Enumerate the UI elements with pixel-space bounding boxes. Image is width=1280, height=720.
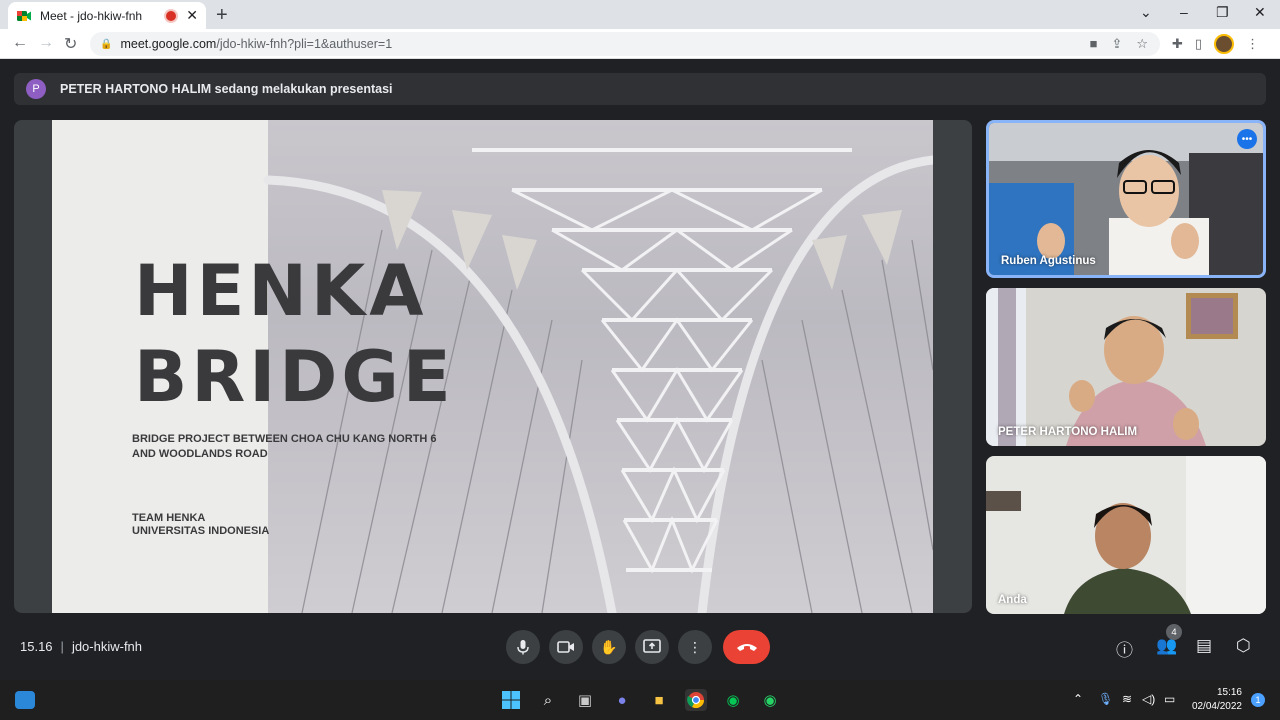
participant-video-peter	[986, 288, 1266, 446]
chrome-logo-icon	[687, 692, 705, 709]
participant-tile-ruben[interactable]: ••• Ruben Agustinus	[986, 120, 1266, 278]
search-icon[interactable]: ⌕	[537, 689, 559, 711]
extension-area: ✚ ▯ ⋮	[1172, 34, 1259, 54]
present-screen-icon	[643, 639, 661, 653]
notification-badge[interactable]: 1	[1251, 693, 1265, 707]
present-now-button[interactable]	[635, 630, 669, 664]
hang-up-icon	[736, 644, 757, 651]
tab-search-icon[interactable]: ⌄	[1140, 4, 1152, 21]
browser-tab-strip: Meet - jdo-hkiw-fnh ✕ + ⌄ – ❐ ✕	[0, 0, 1280, 29]
participant-name: Ruben Agustinus	[1001, 255, 1096, 267]
volume-icon[interactable]: ◁)	[1142, 692, 1155, 706]
extensions-puzzle-icon[interactable]: ✚	[1172, 36, 1183, 52]
browser-menu-icon[interactable]: ⋮	[1246, 36, 1259, 52]
windows-logo-icon	[502, 691, 520, 709]
meeting-controls-bar: 15.16 | jdo-hkiw-fnh ✋ ⋮ ⓘ 👥 4 ▤ ⬡	[0, 622, 1280, 672]
meeting-info-separator: |	[60, 639, 64, 654]
camera-button[interactable]	[549, 630, 583, 664]
slide-team-line2: UNIVERSITAS INDONESIA	[132, 525, 270, 537]
more-vertical-icon: ⋮	[688, 638, 702, 655]
battery-icon[interactable]: ▭	[1164, 692, 1175, 706]
url-path: /jdo-hkiw-fnh?pli=1&authuser=1	[216, 37, 393, 51]
presentation-stage[interactable]: HENKA BRIDGE BRIDGE PROJECT BETWEEN CHOA…	[14, 120, 972, 613]
url-bar[interactable]: 🔒 meet.google.com/jdo-hkiw-fnh?pli=1&aut…	[90, 32, 1160, 56]
slide-title-line1: HENKA	[134, 250, 428, 332]
chat-icon[interactable]: ▤	[1196, 636, 1212, 656]
task-view-icon[interactable]: ▣	[574, 689, 596, 711]
microphone-icon	[517, 640, 529, 655]
line-app-icon[interactable]: ◉	[722, 689, 744, 711]
slide-subtitle-line2: AND WOODLANDS ROAD	[132, 448, 268, 460]
microphone-button[interactable]	[506, 630, 540, 664]
participant-video-you	[986, 456, 1266, 614]
wifi-icon[interactable]: ≋	[1122, 692, 1132, 706]
participant-name: Anda	[998, 594, 1027, 606]
slide-team: TEAM HENKA UNIVERSITAS INDONESIA	[132, 512, 269, 538]
taskbar-clock[interactable]: 15:16 02/04/2022	[1190, 686, 1242, 714]
meeting-code: jdo-hkiw-fnh	[71, 639, 143, 654]
chrome-icon[interactable]	[685, 689, 707, 711]
browser-tab-meet[interactable]: Meet - jdo-hkiw-fnh ✕	[8, 2, 206, 29]
share-icon[interactable]: ⇪	[1111, 36, 1122, 52]
participant-tile-you[interactable]: Anda	[986, 456, 1266, 614]
tray-chevron-up-icon[interactable]: ⌃	[1073, 692, 1083, 706]
camera-icon	[557, 641, 574, 653]
minimize-button[interactable]: –	[1180, 4, 1188, 20]
participant-video-ruben	[989, 123, 1263, 275]
hand-icon: ✋	[600, 638, 618, 655]
camera-in-use-icon[interactable]: ■	[1090, 36, 1098, 52]
leave-call-button[interactable]	[723, 630, 770, 664]
maximize-button[interactable]: ❐	[1216, 4, 1229, 21]
back-arrow-icon[interactable]: ←	[12, 34, 28, 52]
omnibox-icons: ■ ⇪ ☆	[1090, 36, 1148, 52]
more-options-button[interactable]: ⋮	[678, 630, 712, 664]
teams-chat-icon[interactable]: ●	[611, 689, 633, 711]
new-tab-button[interactable]: +	[216, 4, 228, 27]
side-panel-icon[interactable]: ▯	[1195, 36, 1202, 52]
widgets-icon[interactable]	[15, 691, 35, 709]
activities-icon[interactable]: ⬡	[1236, 636, 1251, 656]
clock-time: 15:16	[1216, 687, 1242, 698]
forward-arrow-icon[interactable]: →	[38, 34, 54, 52]
whatsapp-icon[interactable]: ◉	[759, 689, 781, 711]
people-count-badge: 4	[1166, 624, 1182, 640]
reload-icon[interactable]: ↻	[64, 34, 77, 54]
tab-title: Meet - jdo-hkiw-fnh	[40, 8, 143, 23]
recording-indicator-icon	[166, 10, 177, 21]
slide: HENKA BRIDGE BRIDGE PROJECT BETWEEN CHOA…	[52, 120, 933, 613]
windows-start-icon[interactable]	[500, 689, 522, 711]
tray-microphone-icon[interactable]: 🎙	[1098, 692, 1113, 706]
close-window-button[interactable]: ✕	[1254, 4, 1266, 21]
lock-icon: 🔒	[100, 38, 113, 50]
slide-subtitle-line1: BRIDGE PROJECT BETWEEN CHOA CHU KANG NOR…	[132, 433, 437, 445]
tab-close-icon[interactable]: ✕	[186, 7, 198, 24]
meeting-info: 15.16 | jdo-hkiw-fnh	[20, 639, 142, 654]
url-host: meet.google.com	[120, 37, 217, 51]
participant-tile-peter[interactable]: PETER HARTONO HALIM	[986, 288, 1266, 446]
presenting-text: PETER HARTONO HALIM sedang melakukan pre…	[60, 82, 393, 96]
file-explorer-icon[interactable]: ■	[648, 689, 670, 711]
slide-subtitle: BRIDGE PROJECT BETWEEN CHOA CHU KANG NOR…	[132, 432, 492, 462]
windows-taskbar: ⌕ ▣ ● ■ ◉ ◉ ⌃ 🎙 ≋ ◁) ▭ 15:16 02/04/2022 …	[0, 680, 1280, 720]
slide-title-line2: BRIDGE	[134, 336, 455, 418]
profile-avatar[interactable]	[1214, 34, 1235, 54]
meeting-details-icon[interactable]: ⓘ	[1116, 636, 1133, 661]
raise-hand-button[interactable]: ✋	[592, 630, 626, 664]
google-meet-icon	[17, 10, 31, 21]
address-toolbar: ← → ↻ 🔒 meet.google.com/jdo-hkiw-fnh?pli…	[0, 29, 1280, 59]
presenting-banner: P PETER HARTONO HALIM sedang melakukan p…	[14, 73, 1266, 105]
tile-more-options-icon[interactable]: •••	[1237, 129, 1257, 149]
participant-name: PETER HARTONO HALIM	[998, 426, 1138, 438]
meeting-time: 15.16	[20, 639, 53, 654]
bookmark-star-icon[interactable]: ☆	[1136, 36, 1148, 52]
presenter-avatar: P	[26, 79, 46, 99]
slide-team-line1: TEAM HENKA	[132, 512, 206, 524]
clock-date: 02/04/2022	[1191, 701, 1242, 712]
